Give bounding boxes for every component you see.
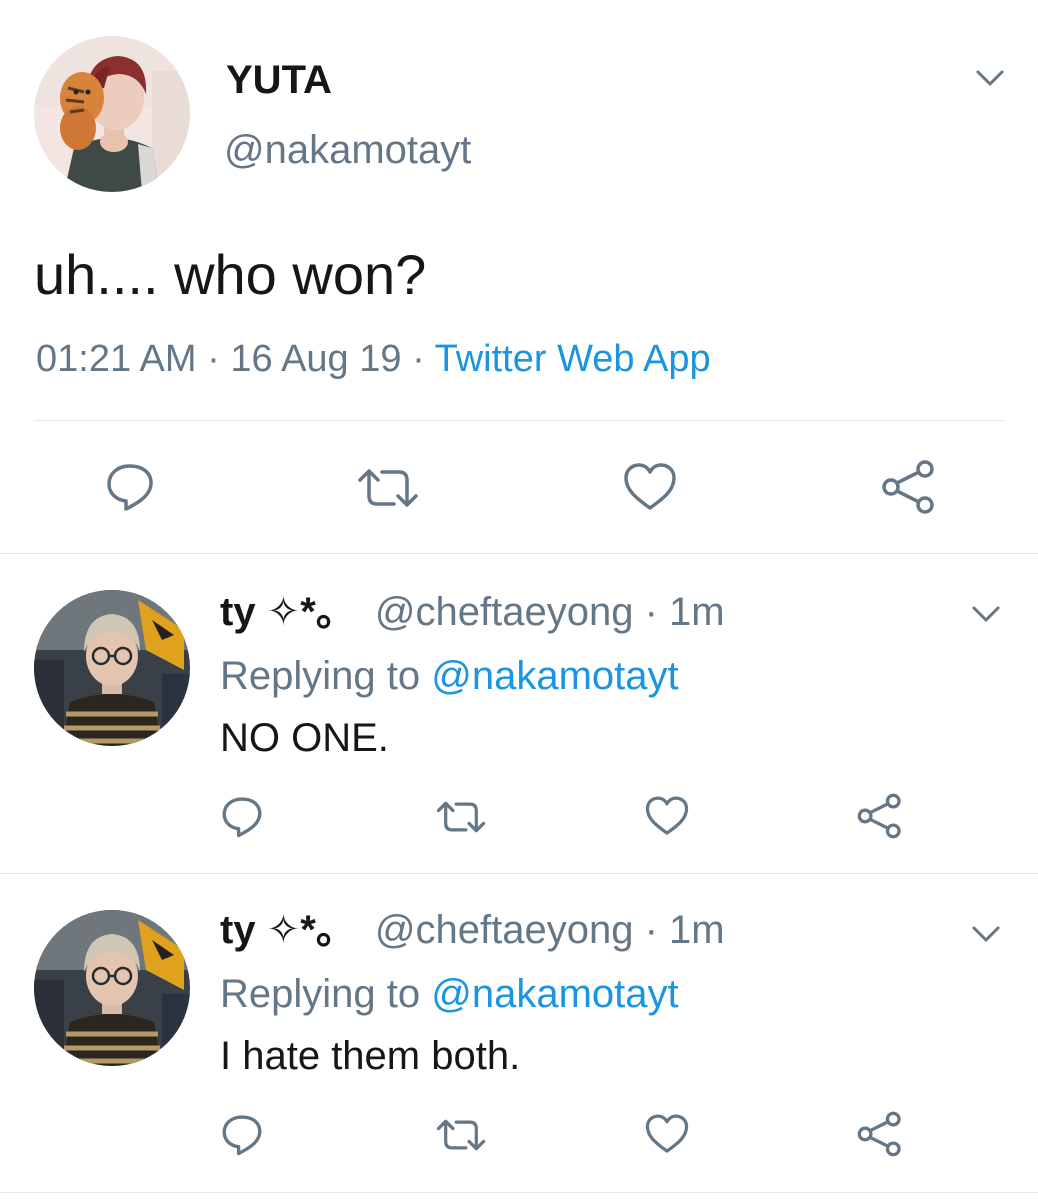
handle[interactable]: @cheftaeyong — [375, 590, 634, 634]
chevron-down-icon[interactable] — [968, 598, 1004, 630]
meta-separator: · — [644, 590, 658, 634]
meta-separator: · — [644, 908, 658, 952]
avatar-photo — [34, 590, 190, 746]
tweet-time: 01:21 AM — [36, 338, 197, 380]
retweet-icon[interactable] — [432, 796, 490, 838]
avatar-photo — [34, 910, 190, 1066]
handle[interactable]: @nakamotayt — [224, 126, 471, 174]
like-icon[interactable] — [622, 460, 678, 514]
meta-separator: · — [207, 338, 220, 380]
display-name[interactable]: YUTA — [226, 56, 332, 104]
divider — [0, 1192, 1038, 1193]
avatar-photo — [34, 36, 190, 192]
divider — [34, 420, 1004, 421]
tweet-date: 16 Aug 19 — [230, 338, 402, 380]
replying-to: Replying to @nakamotayt — [220, 970, 679, 1018]
share-icon[interactable] — [856, 792, 904, 840]
replying-to-handle-link[interactable]: @nakamotayt — [431, 654, 678, 698]
tweet-text: NO ONE. — [220, 716, 389, 760]
tweet-time: 1m — [669, 908, 725, 952]
divider — [0, 553, 1038, 554]
reply-header: ty ✧*。 @cheftaeyong · 1m — [220, 588, 725, 636]
retweet-icon[interactable] — [352, 462, 424, 514]
avatar[interactable] — [34, 910, 190, 1066]
share-icon[interactable] — [880, 458, 938, 516]
replying-to: Replying to @nakamotayt — [220, 652, 679, 700]
like-icon[interactable] — [644, 1112, 690, 1156]
retweet-icon[interactable] — [432, 1114, 490, 1156]
reply-icon[interactable] — [220, 794, 264, 838]
tweet-meta: 01:21 AM · 16 Aug 19 · Twitter Web App — [36, 336, 711, 382]
divider — [0, 873, 1038, 874]
replying-to-handle-link[interactable]: @nakamotayt — [431, 972, 678, 1016]
replying-to-label: Replying to — [220, 972, 421, 1016]
avatar[interactable] — [34, 36, 190, 192]
like-icon[interactable] — [644, 794, 690, 838]
chevron-down-icon[interactable] — [968, 918, 1004, 950]
reply-icon[interactable] — [220, 1112, 264, 1156]
meta-separator: · — [412, 338, 425, 380]
replying-to-label: Replying to — [220, 654, 421, 698]
tweet-time: 1m — [669, 590, 725, 634]
reply-header: ty ✧*。 @cheftaeyong · 1m — [220, 906, 725, 954]
display-name[interactable]: ty ✧*。 — [220, 908, 356, 952]
display-name[interactable]: ty ✧*。 — [220, 590, 356, 634]
share-icon[interactable] — [856, 1110, 904, 1158]
tweet-text: I hate them both. — [220, 1034, 521, 1078]
handle[interactable]: @cheftaeyong — [375, 908, 634, 952]
reply-icon[interactable] — [104, 460, 156, 512]
avatar[interactable] — [34, 590, 190, 746]
chevron-down-icon[interactable] — [972, 62, 1008, 94]
tweet-text: uh.... who won? — [34, 243, 427, 306]
tweet-source-link[interactable]: Twitter Web App — [435, 338, 711, 380]
